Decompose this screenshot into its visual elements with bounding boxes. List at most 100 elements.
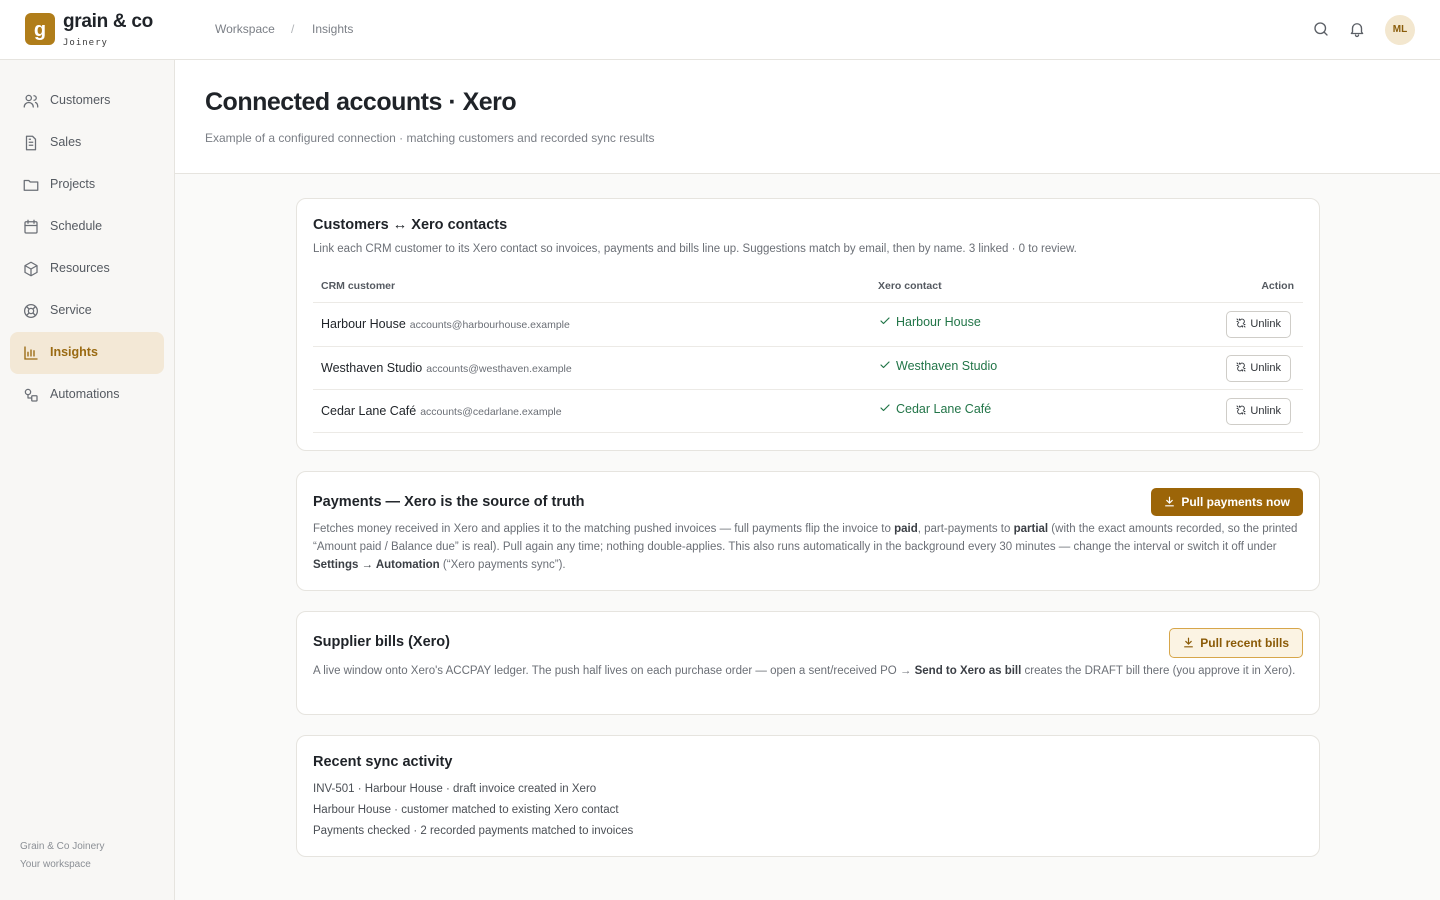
sidebar-item-label: Customers [50,93,111,107]
desc-text: creates the DRAFT bill there (you approv… [1021,665,1296,677]
customer-name: Westhaven Studio [321,361,423,375]
breadcrumb-separator: / [291,22,295,36]
customer-cell: Harbour House accounts@harbourhouse.examp… [321,317,570,331]
desc-bold: Settings → Automation [313,559,440,571]
contacts-card-title: Customers ↔ Xero contacts [313,217,508,233]
xero-contact-name: Westhaven Studio [896,359,998,373]
xero-contact-cell: Harbour House [879,315,981,329]
sidebar-item-label: Insights [50,345,98,359]
table-row: Westhaven Studio accounts@westhaven.examp… [313,346,1303,390]
desc-text: Fetches money received in Xero and appli… [313,523,895,535]
xero-contact-cell: Cedar Lane Café [879,402,991,416]
document-icon [25,135,37,151]
desc-bold: Send to Xero as bill [914,665,1022,677]
sidebar-item-service[interactable]: Service [10,290,164,332]
table-row: Cedar Lane Café accounts@cedarlane.exampl… [313,389,1303,433]
activity-item: INV-501 · Harbour House · draft invoice … [313,783,597,795]
sidebar-item-label: Resources [50,261,110,275]
sidebar-item-sales[interactable]: Sales [10,122,164,164]
payments-card-description: Fetches money received in Xero and appli… [313,520,1305,574]
unlink-label: Unlink [1250,362,1281,374]
desc-text: A live window onto Xero's ACCPAY ledger.… [313,665,915,677]
sidebar-item-label: Sales [50,135,82,149]
customer-email: accounts@cedarlane.example [420,406,562,418]
bills-card-title: Supplier bills (Xero) [313,634,450,650]
brand-subtitle: Joinery [63,38,108,48]
sidebar-item-label: Projects [50,177,96,191]
activity-item: Harbour House · customer matched to exis… [313,804,619,816]
sidebar-item-label: Automations [50,387,120,401]
sidebar: Customers Sales Projects Schedule Resour… [0,60,175,900]
breadcrumb-current: Insights [312,22,354,36]
check-icon [880,317,890,325]
folder-icon [23,179,39,191]
page-header: Connected accounts · Xero Example of a c… [175,60,1440,174]
activity-item: Payments checked · 2 recorded payments m… [313,825,634,837]
unlink-button[interactable]: Unlink [1226,355,1291,382]
users-icon [23,94,39,108]
column-header-action: Action [1261,280,1294,292]
check-icon [880,361,890,369]
customer-email: accounts@westhaven.example [426,363,572,375]
unlink-button[interactable]: Unlink [1226,311,1291,338]
sidebar-item-label: Schedule [50,219,103,233]
pull-bills-label: Pull recent bills [1200,636,1289,650]
unlink-label: Unlink [1250,405,1281,417]
bar-chart-icon [24,346,38,360]
unlink-icon [1236,405,1246,415]
pull-payments-button[interactable]: Pull payments now [1151,488,1303,516]
desc-bold: partial [1013,523,1049,535]
payments-card: Payments — Xero is the source of truth P… [296,471,1320,591]
unlink-label: Unlink [1250,318,1281,330]
box-icon [24,261,38,277]
sidebar-item-insights[interactable]: Insights [10,332,164,374]
customer-cell: Cedar Lane Café accounts@cedarlane.exampl… [321,404,562,418]
breadcrumb-workspace[interactable]: Workspace [215,22,275,36]
desc-bold: paid [894,523,918,535]
brand-name: grain & co [63,11,153,32]
automations-icon [24,388,38,402]
search-icon[interactable] [1312,20,1330,38]
customer-cell: Westhaven Studio accounts@westhaven.examp… [321,361,572,375]
table-row: Harbour House accounts@harbourhouse.examp… [313,302,1303,346]
contacts-card: Customers ↔ Xero contacts Link each CRM … [296,198,1320,451]
desc-text: (“Xero payments sync”). [439,559,566,571]
sidebar-item-automations[interactable]: Automations [10,374,164,416]
contacts-card-description: Link each CRM customer to its Xero conta… [313,243,1077,255]
calendar-icon [24,219,38,234]
bell-icon[interactable] [1348,20,1366,38]
pull-bills-button[interactable]: Pull recent bills [1169,628,1303,658]
sidebar-item-projects[interactable]: Projects [10,164,164,206]
sidebar-item-schedule[interactable]: Schedule [10,206,164,248]
sidebar-item-resources[interactable]: Resources [10,248,164,290]
customer-name: Cedar Lane Café [321,404,417,418]
xero-contact-name: Harbour House [896,315,981,329]
unlink-icon [1236,318,1246,328]
unlink-button[interactable]: Unlink [1226,398,1291,425]
bills-card: Supplier bills (Xero) Pull recent bills … [296,611,1320,715]
sidebar-item-customers[interactable]: Customers [10,80,164,122]
brand-logo[interactable]: g [25,13,55,45]
workspace-label: Your workspace [20,859,91,870]
pull-payments-label: Pull payments now [1181,495,1290,509]
sidebar-item-label: Service [50,303,92,317]
payments-card-title: Payments — Xero is the source of truth [313,494,585,510]
desc-text: , part-payments to [917,523,1014,535]
workspace-name: Grain & Co Joinery [20,841,105,852]
lifebuoy-icon [23,303,39,319]
activity-card-title: Recent sync activity [313,754,453,770]
check-icon [880,404,890,412]
xero-contact-name: Cedar Lane Café [896,402,992,416]
column-header-customer: CRM customer [321,280,396,292]
unlink-icon [1236,362,1246,372]
download-icon [1165,496,1175,507]
bills-card-description: A live window onto Xero's ACCPAY ledger.… [313,662,1305,680]
download-icon [1184,637,1194,648]
customer-name: Harbour House [321,317,406,331]
page-subtitle: Example of a configured connection · mat… [205,131,655,145]
column-header-contact: Xero contact [878,280,942,292]
xero-contact-cell: Westhaven Studio [879,359,997,373]
page-title: Connected accounts · Xero [205,88,517,116]
user-avatar[interactable]: ML [1385,15,1415,45]
activity-card: Recent sync activity INV-501 · Harbour H… [296,735,1320,857]
